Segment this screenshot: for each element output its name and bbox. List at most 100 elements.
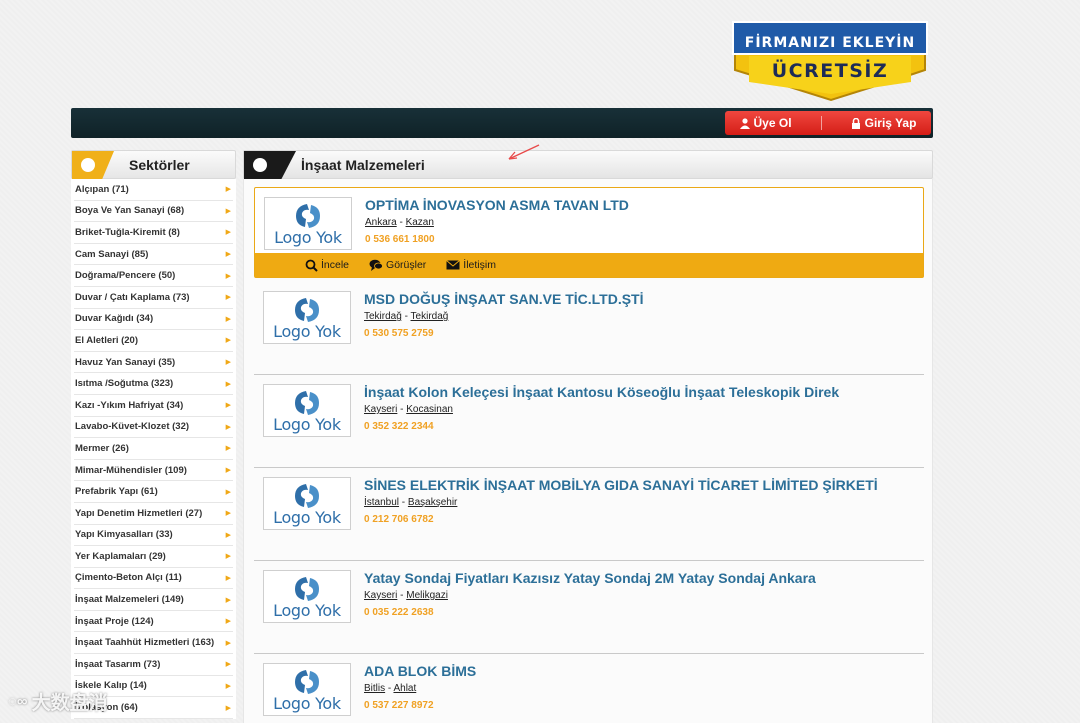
sidebar-item-label: Briket-Tuğla-Kiremit (8)	[75, 226, 180, 238]
chevron-right-icon: ▶	[225, 402, 231, 410]
company-name[interactable]: OPTİMA İNOVASYON ASMA TAVAN LTD	[365, 197, 629, 213]
company-name[interactable]: Yatay Sondaj Fiyatları Kazısız Yatay Son…	[364, 570, 816, 586]
sidebar-item[interactable]: Lavabo-Küvet-Klozet (32) ▶	[74, 417, 233, 439]
sidebar-item-label: Boya Ve Yan Sanayi (68)	[75, 205, 185, 217]
chevron-right-icon: ▶	[225, 445, 231, 453]
sidebar-item[interactable]: Briket-Tuğla-Kiremit (8) ▶	[74, 222, 233, 244]
sidebar-item[interactable]: El Aletleri (20) ▶	[74, 330, 233, 352]
add-company-free-banner[interactable]: FİRMANIZI EKLEYİN ÜCRETSİZ	[731, 18, 929, 102]
sidebar-item-label: Havuz Yan Sanayi (35)	[75, 356, 176, 368]
logo-placeholder-text: Logo Yok	[273, 694, 341, 713]
login-button[interactable]: Giriş Yap	[851, 116, 916, 130]
sidebar-item-label: İnşaat Proje (124)	[75, 615, 154, 627]
company-logo[interactable]: Logo Yok	[263, 570, 351, 623]
sidebar-item-label: İnşaat Malzemeleri (149)	[75, 594, 184, 606]
banner-line1: FİRMANIZI EKLEYİN	[744, 35, 916, 51]
company-card: Logo Yok İnşaat Kolon Keleçesi İnşaat Ka…	[254, 375, 924, 468]
logo-placeholder-icon	[295, 298, 319, 322]
company-district-link[interactable]: Tekirdağ	[411, 311, 449, 322]
sidebar-item[interactable]: Yapı Denetim Hizmetleri (27) ▶	[74, 503, 233, 525]
sidebar-item[interactable]: Duvar / Çatı Kaplama (73) ▶	[74, 287, 233, 309]
sidebar-item[interactable]: İnşaat Malzemeleri (149) ▶	[74, 589, 233, 611]
company-city-link[interactable]: Ankara	[365, 217, 397, 228]
sidebar-item[interactable]: Duvar Kağıdı (34) ▶	[74, 309, 233, 331]
sidebar-item[interactable]: Mermer (26) ▶	[74, 438, 233, 460]
chevron-right-icon: ▶	[225, 531, 231, 539]
sidebar-item[interactable]: Yapı Kimyasalları (33) ▶	[74, 525, 233, 547]
sidebar-item[interactable]: Doğrama/Pencere (50) ▶	[74, 265, 233, 287]
watermark-logo-icon: ◌∞	[8, 693, 28, 710]
company-phone: 0 212 706 6782	[364, 514, 434, 525]
company-district-link[interactable]: Kazan	[406, 217, 434, 228]
company-card: Logo Yok OPTİMA İNOVASYON ASMA TAVAN LTD…	[254, 187, 924, 278]
company-logo[interactable]: Logo Yok	[263, 291, 351, 344]
company-name[interactable]: ADA BLOK BİMS	[364, 663, 476, 679]
sidebar-item-label: Prefabrik Yapı (61)	[75, 486, 158, 498]
sidebar-item[interactable]: Alçıpan (71) ▶	[74, 179, 233, 201]
company-logo[interactable]: Logo Yok	[264, 197, 352, 250]
chevron-right-icon: ▶	[225, 704, 231, 712]
sidebar-item-label: Çimento-Beton Alçı (11)	[75, 572, 182, 584]
sidebar-item[interactable]: Mimar-Mühendisler (109) ▶	[74, 460, 233, 482]
company-phone: 0 537 227 8972	[364, 700, 434, 711]
sidebar-item[interactable]: İnşaat Taahhüt Hizmetleri (163) ▶	[74, 632, 233, 655]
company-phone: 0 352 322 2344	[364, 421, 434, 432]
sidebar-item-label: Mermer (26)	[75, 442, 129, 454]
company-logo[interactable]: Logo Yok	[263, 477, 351, 530]
company-district-link[interactable]: Melikgazi	[406, 590, 448, 601]
view-label: İncele	[321, 259, 350, 271]
sidebar-item[interactable]: Boya Ve Yan Sanayi (68) ▶	[74, 201, 233, 223]
chevron-right-icon: ▶	[225, 488, 231, 496]
company-city-link[interactable]: İstanbul	[364, 497, 399, 508]
company-location: Kayseri - Melikgazi	[364, 590, 448, 601]
sidebar-item-label: İnşaat Tasarım (73)	[75, 658, 161, 670]
chevron-right-icon: ▶	[225, 596, 231, 604]
view-button[interactable]: İncele	[305, 259, 349, 272]
chevron-right-icon: ▶	[225, 639, 231, 647]
sectors-sidebar: Sektörler Alçıpan (71) ▶ Boya Ve Yan Sanay…	[71, 150, 236, 719]
register-label: Üye Ol	[753, 116, 792, 130]
company-city-link[interactable]: Bitlis	[364, 683, 385, 694]
auth-separator	[820, 116, 822, 130]
sidebar-item-label: El Aletleri (20)	[75, 334, 139, 346]
logo-placeholder-text: Logo Yok	[273, 322, 341, 341]
chevron-right-icon: ▶	[225, 574, 231, 582]
chevron-right-icon: ▶	[225, 337, 231, 345]
company-logo[interactable]: Logo Yok	[263, 384, 351, 437]
register-button[interactable]: Üye Ol	[739, 116, 792, 130]
annotation-arrow-icon	[508, 144, 540, 160]
chevron-right-icon: ▶	[225, 315, 231, 323]
chevron-right-icon: ▶	[225, 251, 231, 259]
company-name[interactable]: MSD DOĞUŞ İNŞAAT SAN.VE TİC.LTD.ŞTİ	[364, 291, 644, 307]
company-district-link[interactable]: Ahlat	[393, 683, 416, 694]
company-name[interactable]: SİNES ELEKTRİK İNŞAAT MOBİLYA GIDA SANAY…	[364, 477, 878, 493]
banner-line2: ÜCRETSİZ	[771, 60, 889, 82]
company-location: İstanbul - Başakşehir	[364, 497, 458, 508]
company-logo[interactable]: Logo Yok	[263, 663, 351, 716]
sidebar-item[interactable]: İnşaat Tasarım (73) ▶	[74, 654, 233, 676]
sidebar-item[interactable]: Cam Sanayi (85) ▶	[74, 244, 233, 266]
company-city-link[interactable]: Kayseri	[364, 404, 397, 415]
sidebar-item-label: Kazı -Yıkım Hafriyat (34)	[75, 399, 184, 411]
company-phone: 0 530 575 2759	[364, 328, 434, 339]
sidebar-item[interactable]: Isıtma /Soğutma (323) ▶	[74, 373, 233, 395]
company-city-link[interactable]: Kayseri	[364, 590, 397, 601]
company-district-link[interactable]: Kocasinan	[406, 404, 453, 415]
chevron-right-icon: ▶	[225, 186, 231, 194]
company-card: Logo Yok SİNES ELEKTRİK İNŞAAT MOBİLYA G…	[254, 468, 924, 561]
sidebar-item[interactable]: Prefabrik Yapı (61) ▶	[74, 481, 233, 503]
company-name[interactable]: İnşaat Kolon Keleçesi İnşaat Kantosu Kös…	[364, 384, 839, 400]
logo-placeholder-icon	[295, 391, 319, 415]
reviews-button[interactable]: Görüşler	[369, 259, 426, 271]
company-district-link[interactable]: Başakşehir	[408, 497, 457, 508]
chevron-right-icon: ▶	[225, 510, 231, 518]
logo-placeholder-text: Logo Yok	[273, 601, 341, 620]
sidebar-item[interactable]: Havuz Yan Sanayi (35) ▶	[74, 352, 233, 374]
company-city-link[interactable]: Tekirdağ	[364, 311, 402, 322]
contact-button[interactable]: İletişim	[446, 259, 496, 271]
sidebar-item[interactable]: Çimento-Beton Alçı (11) ▶	[74, 568, 233, 590]
sidebar-item[interactable]: Kazı -Yıkım Hafriyat (34) ▶	[74, 395, 233, 417]
sidebar-item[interactable]: Yer Kaplamaları (29) ▶	[74, 546, 233, 568]
logo-placeholder-icon	[295, 484, 319, 508]
sidebar-item[interactable]: İnşaat Proje (124) ▶	[74, 611, 233, 633]
